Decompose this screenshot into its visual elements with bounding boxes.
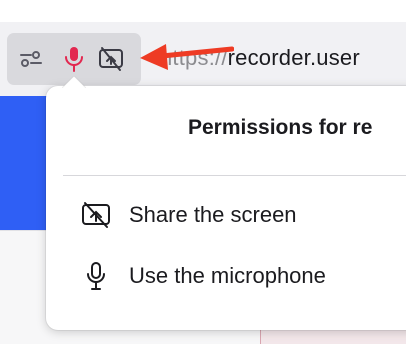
tab-strip [0,0,406,22]
permissions-panel-title: Permissions for re [188,116,373,139]
annotation-arrow-icon [140,44,234,70]
panel-separator [63,175,406,176]
permission-item-label: Use the microphone [129,263,326,288]
panel-pointer-arrow [62,76,86,88]
permission-item-label: Share the screen [129,202,297,227]
url-domain: recorder [227,45,310,70]
screen-share-blocked-icon[interactable] [95,42,127,76]
url-rest: .user [309,45,360,70]
tracking-protection-icon[interactable] [15,42,47,76]
permission-item-microphone[interactable]: Use the microphone [80,256,406,296]
microphone-icon [80,260,112,292]
page-section [260,330,406,344]
microphone-active-icon[interactable] [58,42,90,76]
permission-item-screen-share[interactable]: Share the screen [80,195,406,235]
screen-share-blocked-icon [80,199,112,231]
